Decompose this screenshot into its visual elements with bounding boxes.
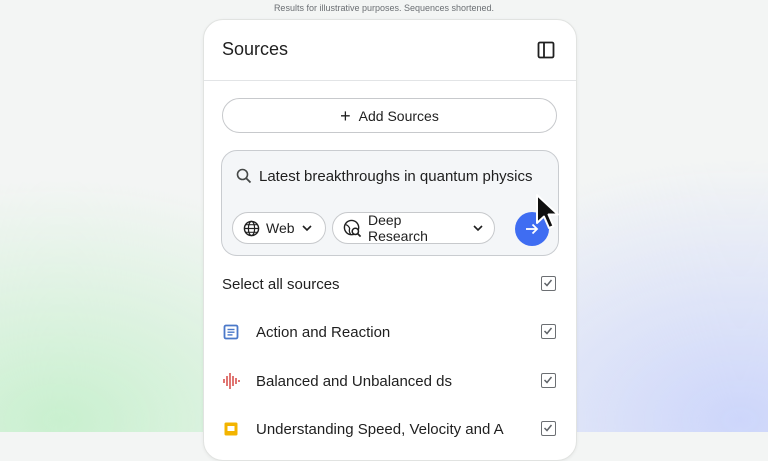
sidebar-panel-icon[interactable] xyxy=(536,40,556,60)
source-item[interactable]: Action and Reaction xyxy=(222,320,556,344)
source-label: Action and Reaction xyxy=(256,323,391,341)
source-checkbox[interactable] xyxy=(541,421,556,436)
chevron-down-icon xyxy=(473,225,483,232)
source-search-box: Latest breakthroughs in quantum physics … xyxy=(221,150,559,256)
add-sources-button[interactable]: + Add Sources xyxy=(222,98,557,133)
select-all-checkbox[interactable] xyxy=(541,276,556,291)
source-type-label: Web xyxy=(266,220,295,236)
source-checkbox[interactable] xyxy=(541,324,556,339)
panel-title: Sources xyxy=(222,39,289,59)
add-sources-label: Add Sources xyxy=(358,107,439,124)
slides-icon xyxy=(222,420,240,438)
select-all-row[interactable]: Select all sources xyxy=(222,272,556,296)
source-type-dropdown[interactable]: Web xyxy=(232,212,326,244)
chevron-down-icon xyxy=(301,225,312,232)
select-all-label: Select all sources xyxy=(222,275,340,293)
deep-research-globe-icon xyxy=(343,219,362,237)
mouse-pointer-icon xyxy=(536,194,559,229)
source-item[interactable]: Balanced and Unbalanced ds xyxy=(222,369,556,393)
source-checkbox[interactable] xyxy=(541,373,556,388)
sources-panel: Sources + Add Sources Latest breakthroug… xyxy=(203,19,577,461)
search-icon xyxy=(236,168,252,184)
disclaimer-text: Results for illustrative purposes. Seque… xyxy=(273,3,495,13)
source-item[interactable]: Understanding Speed, Velocity and A xyxy=(222,417,556,441)
research-mode-label: Deep Research xyxy=(368,212,428,244)
panel-header: Sources xyxy=(204,20,576,81)
research-mode-dropdown[interactable]: Deep Research xyxy=(332,212,495,244)
audio-waveform-icon xyxy=(222,372,240,390)
source-label: Understanding Speed, Velocity and A xyxy=(256,420,504,438)
source-label: Balanced and Unbalanced ds xyxy=(256,372,452,390)
plus-icon: + xyxy=(340,105,351,126)
globe-icon xyxy=(243,220,260,236)
document-icon xyxy=(222,323,240,341)
search-input[interactable]: Latest breakthroughs in quantum physics xyxy=(259,168,533,185)
